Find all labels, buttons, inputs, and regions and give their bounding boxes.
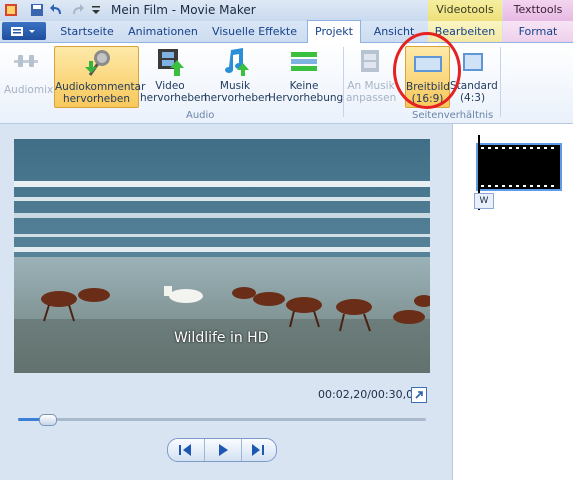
next-frame-button[interactable] [240,439,276,461]
ribbon-panel: Audiomix Audiokommentar hervorheben Vide… [0,43,573,124]
customize-quick-access-icon[interactable] [88,2,104,18]
storyboard-clip[interactable] [476,143,562,191]
redo-icon[interactable] [69,2,85,18]
file-menu-button[interactable] [2,22,46,40]
audiomix-icon [10,46,42,78]
video-overlay-caption: Wildlife in HD [174,330,269,346]
clip-thumbnail [478,145,560,189]
music-note-icon [219,46,251,78]
expand-icon [415,391,423,399]
tab-visuelle-effekte[interactable]: Visuelle Effekte [211,21,298,42]
keine-hervorhebung-button[interactable]: Keine Hervorhebung [268,46,343,104]
ribbon-separator [500,47,501,117]
previous-frame-icon [179,444,191,456]
context-tab-videotools: Videotools [428,0,502,21]
audiokommentar-hervorheben-button[interactable]: Audiokommentar hervorheben [54,46,145,108]
play-icon [219,444,228,456]
microphone-icon [81,47,113,79]
undo-icon[interactable] [49,2,65,18]
ribbon-separator [343,47,344,117]
app-icon[interactable] [3,2,19,18]
group-label-audio: Audio [186,110,215,121]
play-button[interactable] [204,439,242,461]
equal-levels-icon [288,46,320,78]
seek-bar[interactable] [18,418,426,421]
tab-startseite[interactable]: Startseite [58,21,116,42]
title-bar: Mein Film - Movie Maker Videotools Textt… [0,0,573,21]
video-hervorheben-button[interactable]: Video hervorheben [140,46,207,104]
highlight-circle [393,32,461,109]
tab-format[interactable]: Format [503,21,573,42]
context-tab-texttools: Texttools [503,0,573,21]
musik-hervorheben-button[interactable]: Musik hervorheben [204,46,271,104]
tab-projekt[interactable]: Projekt [307,20,361,44]
an-musik-anpassen-button[interactable]: An Musik anpassen [346,46,396,104]
ribbon-tab-row: Startseite Animationen Visuelle Effekte … [0,20,573,44]
timecode-display: 00:02,20/00:30,09 [318,388,421,401]
save-icon[interactable] [29,2,45,18]
video-preview[interactable]: Wildlife in HD [14,139,430,373]
playback-controls [167,438,277,462]
audiomix-button[interactable]: Audiomix [4,46,53,96]
tab-animationen[interactable]: Animationen [127,21,199,42]
next-frame-icon [252,444,264,456]
group-label-seitenverhaeltnis: Seitenverhältnis [412,110,494,121]
fullscreen-button[interactable] [411,387,427,403]
fit-to-music-icon [355,46,387,78]
standard-screen-icon [457,46,489,78]
clip-caption-item[interactable]: W [474,193,494,209]
film-strip-icon [154,46,186,78]
previous-frame-button[interactable] [168,439,204,461]
seek-slider-thumb[interactable] [39,414,57,426]
window-title: Mein Film - Movie Maker [111,3,256,17]
